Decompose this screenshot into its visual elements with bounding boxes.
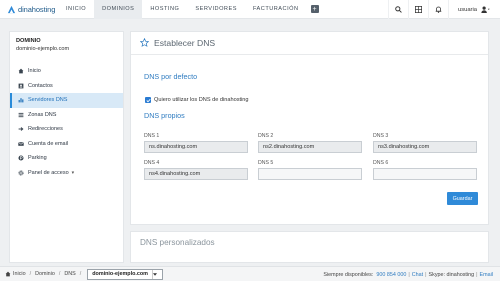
sidebar-item-contactos[interactable]: Contactos — [10, 79, 123, 94]
save-button[interactable]: Guardar — [447, 192, 478, 205]
dns-settings-panel: Establecer DNS DNS por defecto Quiero ut… — [130, 31, 489, 225]
star-icon[interactable] — [139, 37, 150, 49]
dns6-label: DNS 6 — [373, 160, 389, 166]
breadcrumb-separator: / — [58, 271, 61, 277]
sidebar-item-label: Zonas DNS — [28, 111, 57, 118]
support-separator: | — [425, 271, 427, 278]
contacts-icon — [18, 83, 24, 89]
nav-hosting[interactable]: HOSTING — [142, 0, 187, 19]
dns3-label: DNS 3 — [373, 133, 389, 139]
footer-bar: Inicio / Dominio / DNS / dominio-ejemplo… — [0, 266, 500, 281]
nav-inicio[interactable]: INICIO — [58, 0, 94, 19]
breadcrumb-dns[interactable]: DNS — [64, 271, 75, 277]
panel-header: Establecer DNS — [131, 32, 488, 55]
sidebar-item-servidores-dns[interactable]: Servidores DNS — [10, 93, 123, 108]
own-dns-heading: DNS propios — [144, 111, 185, 120]
sidebar-item-parking[interactable]: Parking — [10, 151, 123, 166]
dns4-label: DNS 4 — [144, 160, 160, 166]
home-icon — [18, 68, 24, 74]
skype-link[interactable]: Skype: dinahosting — [429, 272, 475, 278]
list-icon — [18, 112, 24, 118]
sidebar-item-cuenta-email[interactable]: Cuenta de email — [10, 137, 123, 152]
email-icon — [18, 141, 24, 147]
user-icon — [481, 6, 490, 13]
sidebar-item-label: Parking — [28, 155, 47, 162]
gear-icon — [18, 170, 24, 176]
support-separator: | — [408, 271, 410, 278]
sidebar-domain: dominio-ejemplo.com — [16, 46, 70, 52]
checkbox-checked-icon[interactable] — [145, 97, 151, 103]
dns4-input[interactable]: ns4.dinahosting.com — [144, 168, 248, 180]
chevron-down-icon — [151, 269, 158, 279]
parking-icon — [18, 155, 24, 161]
default-dns-heading: DNS por defecto — [144, 72, 198, 81]
grid-icon[interactable] — [407, 0, 428, 19]
nav-facturacion[interactable]: FACTURACIÓN — [245, 0, 307, 19]
use-default-dns-option[interactable]: Quiero utilizar los DNS de dinahosting — [145, 97, 249, 103]
chevron-down-icon: ▾ — [71, 169, 75, 176]
sidebar-item-label: Inicio — [28, 68, 41, 75]
sidebar-item-label: Cuenta de email — [28, 140, 69, 147]
dns3-input[interactable]: ns3.dinahosting.com — [373, 141, 477, 153]
dns2-label: DNS 2 — [258, 133, 274, 139]
redirect-icon — [18, 126, 24, 132]
dns1-input[interactable]: ns.dinahosting.com — [144, 141, 248, 153]
user-menu[interactable]: usuaria — [447, 0, 500, 19]
page-title: Establecer DNS — [154, 38, 216, 48]
domain-sidebar: DOMINIO dominio-ejemplo.com Inicio Conta… — [9, 31, 124, 263]
support-info: Siempre disponibles: 900 854 000 | Chat … — [323, 267, 493, 281]
sidebar-item-zonas-dns[interactable]: Zonas DNS — [10, 108, 123, 123]
dns5-label: DNS 5 — [258, 160, 274, 166]
support-phone-link[interactable]: 900 854 000 — [376, 272, 406, 278]
sidebar-item-label: Contactos — [28, 82, 53, 89]
breadcrumb-separator: / — [79, 271, 82, 277]
sidebar-item-label: Redirecciones — [28, 126, 63, 133]
dns2-input[interactable]: ns2.dinahosting.com — [258, 141, 362, 153]
add-icon[interactable]: + — [310, 5, 319, 13]
sidebar-item-panel-acceso[interactable]: Panel de acceso ▾ — [10, 166, 123, 181]
selected-domain: dominio-ejemplo.com — [92, 271, 148, 277]
top-navigation: dinahosting INICIO DOMINIOS HOSTING SERV… — [0, 0, 500, 19]
nav-tools: usuaria — [387, 0, 500, 19]
nav-servidores[interactable]: SERVIDORES — [187, 0, 245, 19]
breadcrumb: Inicio / Dominio / DNS / dominio-ejemplo… — [0, 268, 163, 280]
sidebar-item-redirecciones[interactable]: Redirecciones — [10, 122, 123, 137]
dns6-input[interactable] — [373, 168, 477, 180]
home-icon — [5, 271, 11, 277]
sidebar-menu: Inicio Contactos Servidores DNS Zonas DN… — [10, 64, 123, 180]
custom-dns-panel[interactable]: DNS personalizados — [130, 231, 489, 263]
breadcrumb-dominio[interactable]: Dominio — [35, 271, 55, 277]
chat-link[interactable]: Chat — [412, 272, 423, 278]
bars-icon — [18, 97, 24, 103]
sidebar-item-label: Servidores DNS — [28, 97, 68, 104]
sidebar-title: DOMINIO — [16, 38, 41, 44]
brand-logo[interactable]: dinahosting — [0, 0, 58, 19]
email-link[interactable]: Email — [480, 272, 493, 278]
search-icon[interactable] — [387, 0, 408, 19]
dns5-input[interactable] — [258, 168, 362, 180]
breadcrumb-inicio[interactable]: Inicio — [13, 271, 26, 277]
support-separator: | — [476, 271, 478, 278]
brand-name: dinahosting — [18, 4, 56, 14]
checkbox-label: Quiero utilizar los DNS de dinahosting — [154, 97, 249, 103]
bell-icon[interactable] — [427, 0, 448, 19]
domain-selector[interactable]: dominio-ejemplo.com — [87, 268, 163, 280]
dinahosting-logo-icon — [7, 5, 16, 14]
sidebar-item-inicio[interactable]: Inicio — [10, 64, 123, 79]
support-label: Siempre disponibles: — [323, 271, 374, 278]
custom-dns-title: DNS personalizados — [140, 238, 215, 247]
sidebar-item-label: Panel de acceso — [28, 169, 69, 176]
nav-dominios[interactable]: DOMINIOS — [94, 0, 143, 19]
user-name: usuaria — [457, 6, 477, 13]
dns1-label: DNS 1 — [144, 133, 160, 139]
breadcrumb-separator: / — [29, 271, 32, 277]
